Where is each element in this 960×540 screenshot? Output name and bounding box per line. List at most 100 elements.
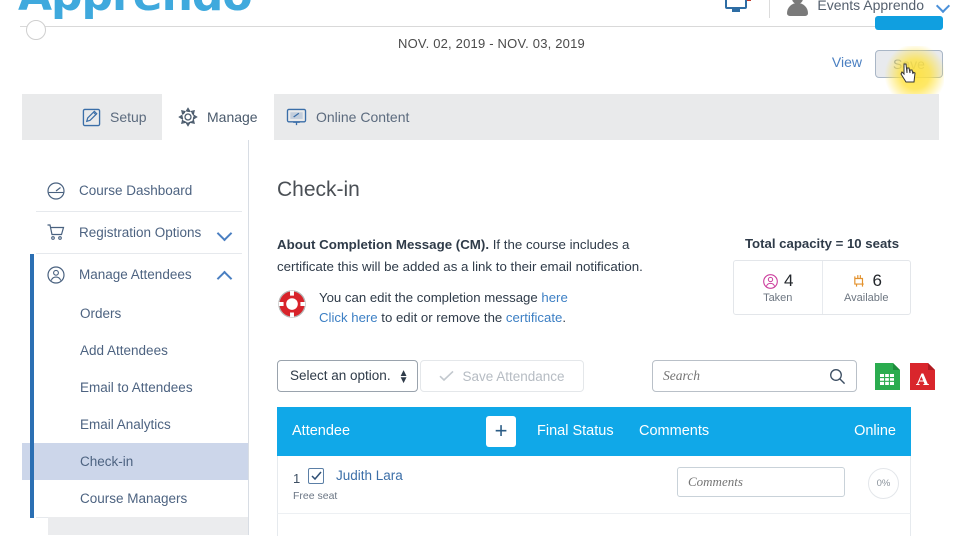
sidebar-item-add-attendees[interactable]: Add Attendees xyxy=(22,332,248,369)
cart-icon xyxy=(46,223,68,242)
capacity-summary: Total capacity = 10 seats 4 Taken 6 Avai… xyxy=(733,236,911,315)
capacity-available-value: 6 xyxy=(872,271,882,290)
attendee-seat-type: Free seat xyxy=(293,490,338,502)
gear-icon xyxy=(178,107,198,127)
sidebar-sub-label: Email to Attendees xyxy=(80,380,193,395)
bulk-action-select-value: Select an option. xyxy=(290,368,391,383)
completion-note-text: You can edit the completion message here… xyxy=(319,287,568,327)
tab-online-content-label: Online Content xyxy=(316,109,410,125)
sidebar-sub-label: Check-in xyxy=(80,454,134,469)
select-arrows-icon: ▲ ▼ xyxy=(398,368,409,386)
column-header-comments: Comments xyxy=(639,423,710,439)
add-attendee-button[interactable]: + xyxy=(486,416,516,447)
attendee-icon xyxy=(46,265,68,285)
row-number: 1 xyxy=(293,471,301,486)
section-tabs: Setup Manage Online Content xyxy=(22,94,939,140)
click-here-link[interactable]: Click here xyxy=(319,310,378,325)
note-line1-pre: You can edit the completion message xyxy=(319,290,542,305)
monitor-content-icon xyxy=(286,108,307,125)
tab-setup-label: Setup xyxy=(110,109,147,125)
page-title: Check-in xyxy=(277,178,360,201)
column-header-online: Online xyxy=(854,423,896,439)
capacity-available-cell: 6 Available xyxy=(821,261,911,314)
sidebar-item-orders[interactable]: Orders xyxy=(22,295,248,332)
capacity-available-label: Available xyxy=(844,292,889,304)
chevron-down-icon[interactable] xyxy=(937,1,950,10)
note-line2-mid: to edit or remove the xyxy=(377,309,506,325)
table-row[interactable]: 1 Judith Lara Free seat 0% xyxy=(277,456,911,514)
search-input[interactable] xyxy=(663,368,829,384)
back-circle-icon[interactable] xyxy=(26,20,46,40)
online-progress: 0% xyxy=(868,468,899,499)
excel-export-icon[interactable] xyxy=(874,362,901,391)
about-completion-message: About Completion Message (CM). If the co… xyxy=(277,234,687,277)
chevron-down-icon[interactable] xyxy=(216,225,232,241)
monitor-icon[interactable] xyxy=(721,0,755,18)
sidebar-sub-label: Email Analytics xyxy=(80,417,171,432)
svg-text:A: A xyxy=(915,370,929,389)
sidebar-item-check-in[interactable]: Check-in xyxy=(22,443,248,480)
capacity-taken-label: Taken xyxy=(763,292,793,304)
save-button[interactable]: Save xyxy=(875,50,943,78)
avatar[interactable] xyxy=(786,0,809,17)
tab-online-content[interactable]: Online Content xyxy=(270,94,425,140)
app-root: Apprendo Events Apprendo NOV. 02, 2019 -… xyxy=(0,0,960,540)
attendee-name[interactable]: Judith Lara xyxy=(336,468,403,483)
seat-available-icon xyxy=(853,274,864,287)
about-lead: About Completion Message (CM). xyxy=(277,237,490,252)
check-icon xyxy=(311,471,322,481)
chevron-up-icon[interactable] xyxy=(216,267,232,283)
course-date-range: NOV. 02, 2019 - NOV. 03, 2019 xyxy=(398,36,585,51)
column-header-attendee: Attendee xyxy=(292,423,351,439)
column-header-final-status: Final Status xyxy=(537,423,614,439)
table-bottom-edge xyxy=(277,514,911,536)
view-link[interactable]: View xyxy=(832,54,862,70)
pencil-square-icon xyxy=(82,108,101,126)
sidebar-item-registration-options[interactable]: Registration Options xyxy=(22,212,248,253)
sidebar-label: Manage Attendees xyxy=(79,267,192,282)
sidebar-footer xyxy=(48,517,248,535)
capacity-taken-cell: 4 Taken xyxy=(734,261,822,314)
search-icon[interactable] xyxy=(829,368,846,385)
sidebar-item-manage-attendees[interactable]: Manage Attendees xyxy=(22,254,248,295)
attendee-table: Attendee + Final Status Comments Online … xyxy=(277,407,911,536)
sidebar-item-course-managers[interactable]: Course Managers xyxy=(22,480,248,517)
sidebar-item-email-to-attendees[interactable]: Email to Attendees xyxy=(22,369,248,406)
sidebar: Course Dashboard Registration Options Ma… xyxy=(22,140,249,535)
attendance-toolbar: Select an option. ▲ ▼ Save Attendance Se… xyxy=(277,360,935,392)
sidebar-sub-label: Orders xyxy=(80,306,122,321)
sidebar-sub-label: Add Attendees xyxy=(80,343,168,358)
main-panel: Check-in About Completion Message (CM). … xyxy=(249,140,939,536)
pdf-export-icon[interactable]: A xyxy=(909,362,936,391)
sidebar-sub-label: Course Managers xyxy=(80,491,188,506)
capacity-taken-value: 4 xyxy=(784,271,794,290)
completion-note: You can edit the completion message here… xyxy=(277,287,697,327)
certificate-link[interactable]: certificate xyxy=(506,310,562,325)
topbar-divider xyxy=(769,0,771,18)
sidebar-label: Course Dashboard xyxy=(79,183,193,198)
header-divider xyxy=(20,26,940,27)
tab-manage-label: Manage xyxy=(207,109,258,125)
row-checkbox[interactable] xyxy=(308,468,324,484)
tab-manage[interactable]: Manage xyxy=(162,94,274,140)
sidebar-item-email-analytics[interactable]: Email Analytics xyxy=(22,406,248,443)
app-logo[interactable]: Apprendo xyxy=(18,0,253,21)
user-name[interactable]: Events Apprendo xyxy=(817,0,924,13)
lifesaver-icon xyxy=(278,290,306,318)
table-header-row: Attendee + Final Status Comments Online xyxy=(277,407,911,456)
edit-completion-message-link[interactable]: here xyxy=(541,290,567,305)
attendee-taken-icon xyxy=(763,273,778,289)
sidebar-item-course-dashboard[interactable]: Course Dashboard xyxy=(22,170,248,211)
top-brand-bar: Apprendo Events Apprendo xyxy=(0,0,960,28)
search-box[interactable] xyxy=(652,360,857,392)
primary-action-button[interactable] xyxy=(875,16,943,30)
comment-input[interactable] xyxy=(677,467,845,497)
sidebar-label: Registration Options xyxy=(79,225,202,240)
bulk-action-select[interactable]: Select an option. ▲ ▼ xyxy=(277,360,418,392)
tab-setup[interactable]: Setup xyxy=(66,94,163,140)
note-line2-end: . xyxy=(562,309,567,325)
save-attendance-button[interactable]: Save Attendance xyxy=(420,360,584,392)
speedometer-icon xyxy=(46,181,68,201)
capacity-title: Total capacity = 10 seats xyxy=(744,236,900,251)
save-attendance-label: Save Attendance xyxy=(462,368,565,384)
